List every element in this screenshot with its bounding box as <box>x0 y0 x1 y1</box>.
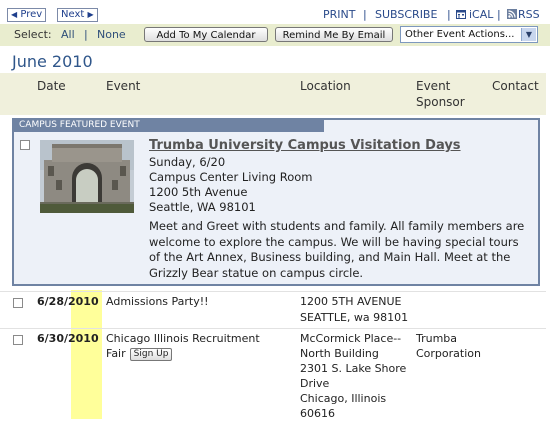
event-actions-selected: Other Event Actions... <box>405 29 515 40</box>
event-location-line: Drive <box>300 377 330 390</box>
event-location-line: SEATTLE, wa 98101 <box>300 311 409 324</box>
next-button[interactable]: Next ▶ <box>57 8 98 22</box>
column-header-sponsor-line2: Sponsor <box>416 95 465 109</box>
separator: | <box>363 8 367 21</box>
event-location-line: 2301 S. Lake Shore <box>300 362 407 375</box>
event-location-line: 60616 <box>300 407 335 420</box>
column-header-row: Date Event Location Event Sponsor Contac… <box>0 73 546 115</box>
calendar-icon[interactable] <box>456 9 466 19</box>
featured-event-description: Meet and Greet with students and family.… <box>149 219 525 280</box>
event-checkbox[interactable] <box>13 335 23 345</box>
rss-icon[interactable] <box>507 9 517 19</box>
separator: | <box>447 8 451 21</box>
prev-arrow-icon: ◀ <box>11 10 18 19</box>
featured-event-date: Sunday, 6/20 <box>149 155 226 169</box>
row-divider <box>0 328 546 329</box>
featured-event-place: Campus Center Living Room <box>149 170 313 184</box>
event-title-continued: Fair Sign Up <box>106 346 173 362</box>
event-title[interactable]: Chicago Illinois Recruitment <box>106 331 260 347</box>
event-location-line: North Building <box>300 347 379 360</box>
month-heading: June 2010 <box>12 52 93 71</box>
column-header-date: Date <box>37 79 66 93</box>
event-sponsor-line: Corporation <box>416 347 481 360</box>
column-header-event: Event <box>106 79 141 93</box>
event-location-line: 1200 5TH AVENUE <box>300 295 402 308</box>
rss-link[interactable]: RSS <box>518 8 540 21</box>
campus-gate-photo <box>40 140 134 213</box>
column-header-contact: Contact <box>492 79 539 93</box>
event-location-line: McCormick Place-- <box>300 332 402 345</box>
featured-event-checkbox[interactable] <box>20 140 30 150</box>
print-link[interactable]: PRINT <box>323 8 355 21</box>
event-title[interactable]: Admissions Party!! <box>106 294 209 310</box>
featured-event-tab: CAMPUS FEATURED EVENT <box>12 118 324 132</box>
sign-up-button[interactable]: Sign Up <box>129 347 173 361</box>
subscribe-link[interactable]: SUBSCRIBE <box>375 8 437 21</box>
add-to-calendar-button[interactable]: Add To My Calendar <box>144 27 268 42</box>
event-checkbox[interactable] <box>13 298 23 308</box>
column-header-sponsor-line1: Event <box>416 79 451 93</box>
separator: | <box>84 28 88 41</box>
next-arrow-icon: ▶ <box>87 10 94 19</box>
event-sponsor-line: Trumba <box>416 332 458 345</box>
event-location-line: Chicago, Illinois <box>300 392 387 405</box>
select-label: Select: <box>14 28 52 41</box>
featured-event-city: Seattle, WA 98101 <box>149 200 256 214</box>
prev-button[interactable]: ◀ Prev <box>7 8 47 22</box>
separator: | <box>497 8 501 21</box>
event-date: 6/28/2010 <box>37 295 99 308</box>
featured-event-title-link[interactable]: Trumba University Campus Visitation Days <box>149 138 461 153</box>
row-divider <box>0 291 546 292</box>
event-date: 6/30/2010 <box>37 332 99 345</box>
event-actions-dropdown[interactable]: Other Event Actions... ▼ <box>400 26 538 43</box>
remind-by-email-button[interactable]: Remind Me By Email <box>275 27 393 42</box>
ical-link[interactable]: iCAL <box>469 8 493 21</box>
featured-event-street: 1200 5th Avenue <box>149 185 248 199</box>
select-none-link[interactable]: None <box>97 28 126 41</box>
chevron-down-icon: ▼ <box>521 28 536 41</box>
column-header-location: Location <box>300 79 351 93</box>
select-all-link[interactable]: All <box>61 28 75 41</box>
